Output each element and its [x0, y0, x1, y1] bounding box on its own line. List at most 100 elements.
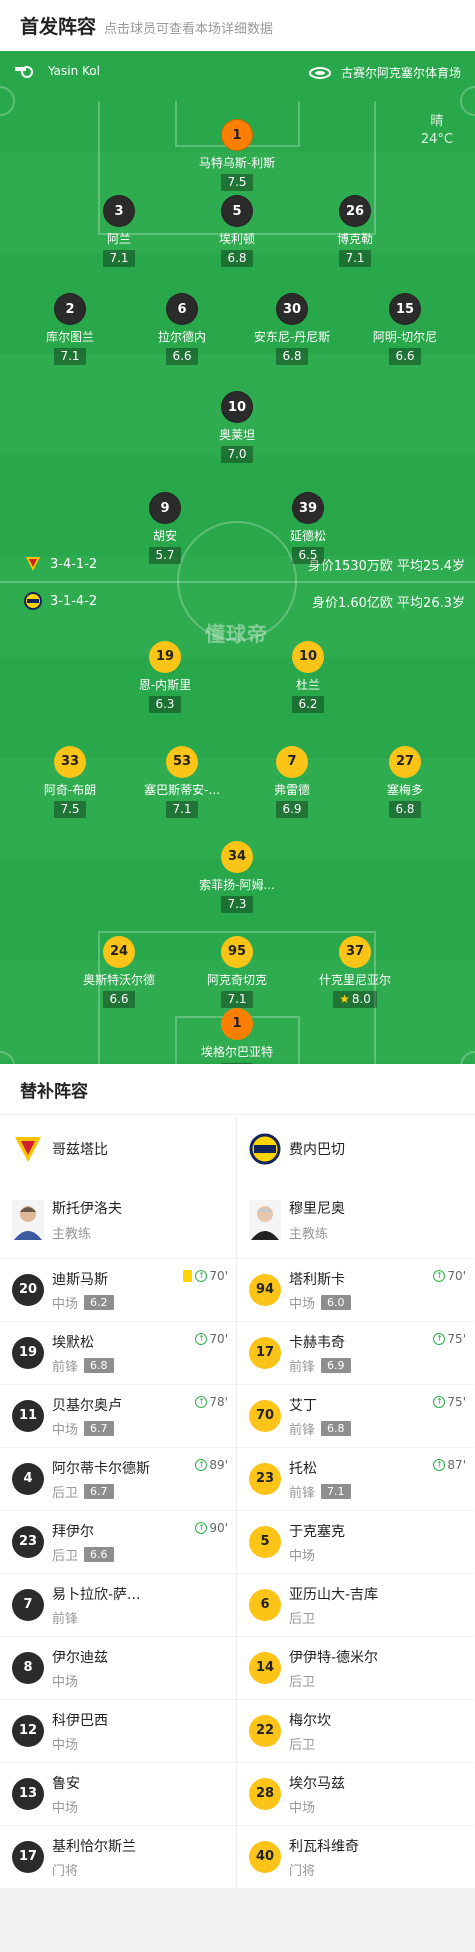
sub-player-position: 后卫	[289, 1611, 316, 1627]
sub-player-row[interactable]: 4 阿尔蒂卡尔德斯 后卫 6.7 ↑ 89'	[0, 1447, 236, 1510]
coach-role: 主教练	[52, 1227, 92, 1242]
sub-player-row[interactable]: 6 亚历山大-吉库 后卫	[237, 1573, 474, 1636]
sub-in-icon: ↑	[433, 1333, 446, 1345]
away-subs-team[interactable]: 费内巴切	[237, 1115, 474, 1182]
sub-player-name: 亚历山大-吉库	[289, 1586, 379, 1603]
player-name: 埃利顿	[218, 232, 255, 246]
home-player[interactable]: 9 胡安 5.7	[110, 492, 220, 564]
jersey-number: 26	[339, 195, 371, 227]
away-player[interactable]: 37 什克里尼亚尔 ★ 8.0	[300, 936, 410, 1008]
coach-name: 穆里尼奥	[289, 1201, 345, 1217]
player-rating: 6.8	[276, 348, 308, 365]
player-rating: 6.9	[276, 801, 308, 818]
sub-player-name: 基利恰尔斯兰	[52, 1838, 136, 1855]
sub-player-row[interactable]: 23 托松 前锋 7.1 ↑ 87'	[237, 1447, 474, 1510]
page-footer	[0, 1888, 475, 1952]
substitution-in: ↑ 90'	[195, 1521, 228, 1535]
sub-player-row[interactable]: 23 拜伊尔 后卫 6.6 ↑ 90'	[0, 1510, 236, 1573]
sub-player-row[interactable]: 40 利瓦科维奇 门将	[237, 1825, 474, 1888]
away-player[interactable]: 7 弗雷德 6.9	[237, 746, 347, 818]
sub-in-icon: ↑	[195, 1333, 208, 1345]
away-player[interactable]: 10 杜兰 6.2	[253, 641, 363, 713]
player-rating: 6.6	[103, 991, 135, 1008]
sub-player-row[interactable]: 8 伊尔迪兹 中场	[0, 1636, 236, 1699]
player-name: 安东尼-丹尼斯	[253, 330, 331, 344]
away-player[interactable]: 1 埃格尔巴亚特 7.3	[182, 1008, 292, 1064]
away-team-value: 身价1.60亿欧 平均26.3岁	[311, 596, 465, 611]
sub-player-position: 中场	[52, 1422, 79, 1438]
jersey-number: 8	[12, 1652, 44, 1684]
jersey-number: 20	[12, 1274, 44, 1306]
home-player[interactable]: 30 安东尼-丹尼斯 6.8	[237, 293, 347, 365]
player-rating: 6.3	[149, 696, 181, 713]
sub-player-rating: 6.7	[84, 1483, 114, 1499]
sub-player-meta: 门将	[289, 1860, 359, 1879]
sub-in-icon: ↑	[433, 1270, 446, 1282]
home-player[interactable]: 39 延德松 6.5	[253, 492, 363, 564]
sub-player-position: 前锋	[52, 1359, 79, 1375]
sub-player-meta: 前锋	[52, 1608, 140, 1627]
home-player[interactable]: 26 博克勒 7.1	[300, 195, 410, 267]
sub-player-name: 于克塞克	[289, 1523, 345, 1540]
jersey-number: 17	[249, 1337, 281, 1369]
sub-player-meta: 后卫	[289, 1734, 331, 1753]
player-name: 弗雷德	[273, 783, 310, 797]
sub-in-icon: ↑	[433, 1459, 446, 1471]
away-player[interactable]: 34 索菲扬-阿姆... 7.3	[182, 841, 292, 913]
sub-player-row[interactable]: 17 卡赫韦奇 前锋 6.9 ↑ 75'	[237, 1321, 474, 1384]
away-coach[interactable]: 穆里尼奥 主教练	[237, 1182, 474, 1258]
jersey-number: 24	[103, 936, 135, 968]
sub-player-rating: 6.2	[84, 1294, 114, 1310]
sub-player-row[interactable]: 13 鲁安 中场	[0, 1762, 236, 1825]
away-player[interactable]: 53 塞巴斯蒂安-... 7.1	[127, 746, 237, 818]
sub-player-row[interactable]: 70 艾丁 前锋 6.8 ↑ 75'	[237, 1384, 474, 1447]
jersey-number: 27	[389, 746, 421, 778]
jersey-number: 15	[389, 293, 421, 325]
away-player[interactable]: 95 阿克奇切克 7.1	[182, 936, 292, 1008]
jersey-number: 34	[221, 841, 253, 873]
home-player[interactable]: 3 阿兰 7.1	[64, 195, 174, 267]
sub-in-icon: ↑	[195, 1396, 208, 1408]
home-player[interactable]: 6 拉尔德内 6.6	[127, 293, 237, 365]
home-player[interactable]: 5 埃利顿 6.8	[182, 195, 292, 267]
home-player[interactable]: 10 奥莱坦 7.0	[182, 391, 292, 463]
sub-player-position: 中场	[289, 1296, 316, 1312]
sub-player-row[interactable]: 20 迪斯马斯 中场 6.2 ↑ 70'	[0, 1258, 236, 1321]
jersey-number: 1	[221, 1008, 253, 1040]
sub-player-row[interactable]: 14 伊伊特-德米尔 后卫	[237, 1636, 474, 1699]
sub-player-row[interactable]: 7 易卜拉欣-萨... 前锋	[0, 1573, 236, 1636]
sub-in-minute: 78'	[209, 1395, 228, 1409]
sub-player-row[interactable]: 11 贝基尔奥卢 中场 6.7 ↑ 78'	[0, 1384, 236, 1447]
sub-player-name: 鲁安	[52, 1775, 80, 1792]
home-player[interactable]: 2 库尔图兰 7.1	[15, 293, 125, 365]
sub-player-row[interactable]: 5 于克塞克 中场	[237, 1510, 474, 1573]
player-rating: 7.1	[54, 348, 86, 365]
player-name: 马特乌斯-利斯	[198, 156, 276, 170]
pitch: Yasin Kol 古赛尔阿克塞尔体育场 晴 24°C 3-4-1-2 身价15…	[0, 51, 475, 1064]
sub-player-meta: 中场	[52, 1734, 108, 1753]
away-player[interactable]: 24 奥斯特沃尔德 6.6	[64, 936, 174, 1008]
away-player[interactable]: 27 塞梅多 6.8	[350, 746, 460, 818]
player-rating: 6.8	[221, 250, 253, 267]
sub-player-position: 后卫	[52, 1548, 79, 1564]
player-name: 阿明-切尔尼	[372, 330, 438, 344]
home-player[interactable]: 1 马特乌斯-利斯 7.5	[182, 119, 292, 191]
home-coach[interactable]: 斯托伊洛夫 主教练	[0, 1182, 236, 1258]
sub-player-row[interactable]: 12 科伊巴西 中场	[0, 1699, 236, 1762]
sub-player-row[interactable]: 22 梅尔坎 后卫	[237, 1699, 474, 1762]
page-subtitle: 点击球员可查看本场详细数据	[104, 21, 274, 37]
sub-player-row[interactable]: 17 基利恰尔斯兰 门将	[0, 1825, 236, 1888]
sub-player-name: 梅尔坎	[289, 1712, 331, 1729]
away-player[interactable]: 19 恩-内斯里 6.3	[110, 641, 220, 713]
rating-value: 8.0	[351, 992, 371, 1006]
home-player[interactable]: 15 阿明-切尔尼 6.6	[350, 293, 460, 365]
home-subs-team[interactable]: 哥兹塔比	[0, 1115, 236, 1182]
sub-player-meta: 前锋 7.1	[289, 1482, 351, 1501]
player-rating: 7.5	[221, 174, 253, 191]
player-rating: ★ 8.0	[333, 991, 377, 1008]
away-player[interactable]: 33 阿奇-布朗 7.5	[15, 746, 125, 818]
home-team-name: 哥兹塔比	[52, 1141, 108, 1158]
sub-player-row[interactable]: 28 埃尔马兹 中场	[237, 1762, 474, 1825]
sub-player-row[interactable]: 94 塔利斯卡 中场 6.0 ↑ 70'	[237, 1258, 474, 1321]
sub-player-row[interactable]: 19 埃默松 前锋 6.8 ↑ 70'	[0, 1321, 236, 1384]
